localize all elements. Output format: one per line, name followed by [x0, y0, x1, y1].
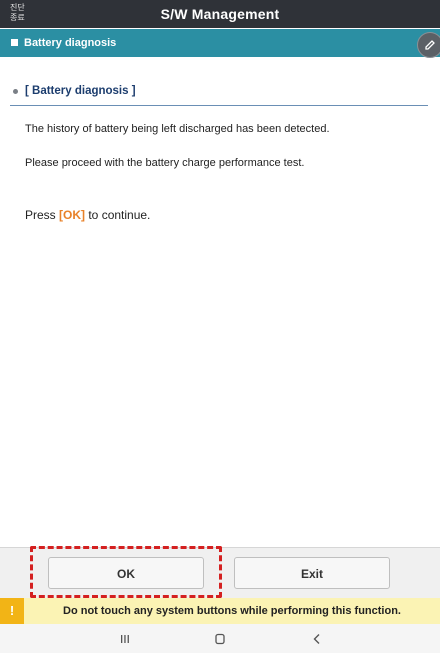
sub-heading: [ Battery diagnosis ] [10, 83, 428, 106]
app-title: S/W Management [160, 6, 280, 22]
exit-button[interactable]: Exit [234, 557, 390, 589]
press-ok-instruction: Press [OK] to continue. [25, 208, 150, 222]
home-button[interactable] [210, 630, 230, 648]
edit-button[interactable] [417, 32, 440, 58]
section-square-icon [11, 39, 18, 46]
sub-heading-text: [ Battery diagnosis ] [25, 85, 136, 97]
press-prefix: Press [25, 208, 60, 222]
section-title: Battery diagnosis [24, 37, 117, 49]
pencil-icon [425, 40, 435, 50]
system-nav-bar [0, 624, 440, 653]
message-discharge-detected: The history of battery being left discha… [25, 123, 330, 135]
press-key-highlight: [OK] [59, 208, 86, 222]
warning-text: Do not touch any system buttons while pe… [63, 605, 401, 617]
title-bar: 진단 종료 S/W Management [0, 0, 440, 28]
recent-apps-button[interactable] [115, 630, 135, 648]
press-suffix: to continue. [85, 208, 151, 222]
bullet-icon [13, 89, 18, 94]
back-button[interactable] [307, 630, 327, 648]
back-icon [313, 634, 320, 644]
section-header: Battery diagnosis [0, 29, 440, 57]
home-icon [215, 633, 225, 645]
ok-highlight-annotation [30, 546, 222, 598]
warning-bar: ! Do not touch any system buttons while … [0, 598, 440, 624]
message-proceed-test: Please proceed with the battery charge p… [25, 157, 305, 169]
recent-apps-icon [121, 635, 129, 643]
warning-icon: ! [0, 598, 24, 624]
page: 진단 종료 S/W Management Battery diagnosis [… [0, 0, 440, 653]
